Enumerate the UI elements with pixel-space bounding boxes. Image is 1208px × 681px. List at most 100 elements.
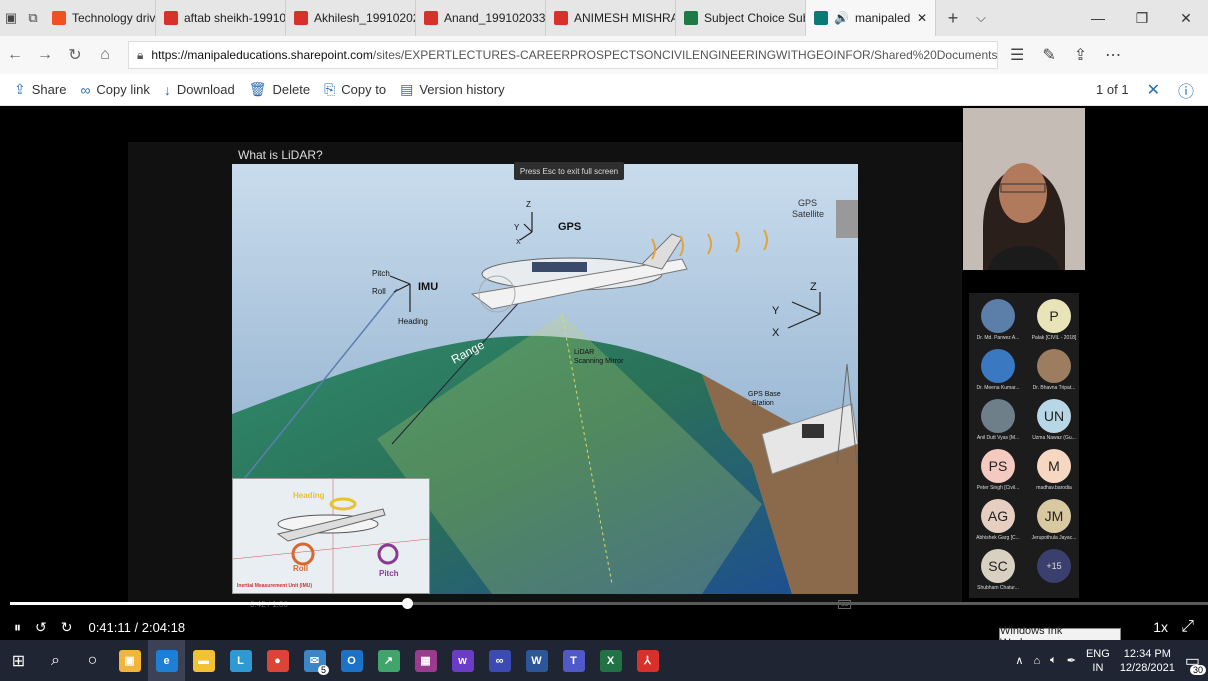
- language-indicator[interactable]: ENG IN: [1086, 647, 1110, 675]
- teams-icon[interactable]: T: [555, 640, 592, 681]
- participant-tile[interactable]: AG Abhishek Garg [C...: [971, 499, 1025, 541]
- tab-label: aftab sheikh-19910: [184, 11, 286, 25]
- rewind-10-icon[interactable]: ↺: [35, 619, 47, 636]
- chart-app-icon[interactable]: ↗: [370, 640, 407, 681]
- share-browser-icon[interactable]: ⇪: [1074, 45, 1087, 65]
- word-icon[interactable]: W: [518, 640, 555, 681]
- avatar: SC: [981, 549, 1015, 583]
- close-window-button[interactable]: ✕: [1164, 10, 1208, 27]
- participant-tile[interactable]: Dr. Md. Parwez A...: [971, 299, 1025, 341]
- pen-workspace-icon[interactable]: ✒: [1067, 654, 1076, 667]
- mail-icon[interactable]: ✉ 5: [296, 640, 333, 681]
- teams-app-icon[interactable]: ∞: [481, 640, 518, 681]
- gps-y-label: Y: [514, 223, 520, 232]
- delete-button[interactable]: 🗑 Delete: [249, 81, 310, 98]
- participant-tile[interactable]: Anil Dutt Vyas [M...: [971, 399, 1025, 441]
- notifications-icon[interactable]: ▭ 30: [1185, 651, 1206, 675]
- store-icon[interactable]: ▣: [111, 640, 148, 681]
- avatar: [981, 399, 1015, 433]
- avatar: [981, 349, 1015, 383]
- close-viewer-icon[interactable]: ✕: [1147, 80, 1160, 100]
- gps-base-label-1: GPS Base: [748, 391, 781, 398]
- video-player[interactable]: What is LiDAR? GPS Z Y X IMU Pitch Roll …: [0, 106, 1208, 640]
- set-aside-tabs-icon[interactable]: ⧉: [22, 10, 44, 26]
- winrar-icon[interactable]: ▦: [407, 640, 444, 681]
- excel-icon[interactable]: X: [592, 640, 629, 681]
- pen-icon[interactable]: ✎: [1042, 45, 1055, 65]
- forward-icon[interactable]: →: [30, 46, 60, 64]
- version-history-button[interactable]: ▤ Version history: [400, 81, 505, 98]
- close-tab-icon[interactable]: ✕: [917, 11, 927, 25]
- browser-tab[interactable]: aftab sheikh-19910: [156, 0, 286, 36]
- microsoft-icon: [52, 11, 66, 25]
- outlook-icon[interactable]: O: [333, 640, 370, 681]
- app-glyph: ▦: [414, 649, 437, 672]
- minimize-button[interactable]: —: [1076, 10, 1120, 27]
- forward-10-icon[interactable]: ↻: [61, 619, 73, 636]
- info-icon[interactable]: ⓘ: [1178, 78, 1194, 102]
- browser-tab[interactable]: Technology drives: [44, 0, 156, 36]
- inset-pitch-label: Pitch: [379, 569, 399, 578]
- participant-tile[interactable]: P Palak [CIVIL - 2018]: [1027, 299, 1081, 341]
- pdf-icon: [164, 11, 178, 25]
- participant-name: Anil Dutt Vyas [M...: [976, 435, 1020, 441]
- windows-start-icon[interactable]: ⊞: [0, 640, 37, 681]
- participant-tile[interactable]: JM Jerupothula Jayac...: [1027, 499, 1081, 541]
- trash-icon: 🗑: [248, 81, 267, 97]
- browser-tab[interactable]: 🔊 manipaled ✕: [806, 0, 936, 36]
- participant-tile[interactable]: +15: [1027, 549, 1081, 585]
- share-button[interactable]: ⇪ Share: [14, 81, 66, 98]
- participant-name: Uzma Nawaz (Gu...: [1032, 435, 1076, 441]
- participant-tile[interactable]: UN Uzma Nawaz (Gu...: [1027, 399, 1081, 441]
- fullscreen-icon[interactable]: ⤢: [1181, 614, 1194, 640]
- browser-tab[interactable]: ANIMESH MISHRA: [546, 0, 676, 36]
- download-icon: ↓: [163, 81, 171, 98]
- edge-icon[interactable]: e: [148, 640, 185, 681]
- tab-label: Akhilesh_19910202: [314, 11, 416, 25]
- network-icon[interactable]: ⌂: [1033, 655, 1040, 667]
- tray-overflow-icon[interactable]: ∧: [1015, 654, 1023, 667]
- seek-bar[interactable]: [10, 598, 1208, 609]
- browser-tab[interactable]: Subject Choice Sub: [676, 0, 806, 36]
- restore-button[interactable]: ❐: [1120, 10, 1164, 27]
- browser-tab[interactable]: Anand_199102033: [416, 0, 546, 36]
- tab-actions-icon[interactable]: ▣: [0, 10, 22, 26]
- webex-icon[interactable]: w: [444, 640, 481, 681]
- avatar: PS: [981, 449, 1015, 483]
- file-explorer-icon[interactable]: ▬: [185, 640, 222, 681]
- home-icon[interactable]: ⌂: [90, 46, 120, 64]
- volume-muted-icon[interactable]: 🔈︎: [1050, 654, 1057, 667]
- download-button[interactable]: ↓ Download: [164, 81, 235, 98]
- copy-to-button[interactable]: ⎘ Copy to: [324, 81, 386, 98]
- participant-tile[interactable]: PS Peter Singh [Civil...: [971, 449, 1025, 491]
- tab-label: manipaled: [854, 11, 911, 25]
- cortana-icon[interactable]: ○: [74, 640, 111, 681]
- favorites-list-icon[interactable]: ☰: [1010, 45, 1024, 65]
- participant-tile[interactable]: Dr. Bhavna Tripat...: [1027, 349, 1081, 391]
- browser-tab[interactable]: Akhilesh_19910202: [286, 0, 416, 36]
- copy-link-button[interactable]: ∞ Copy link: [80, 81, 149, 98]
- app-glyph: ●: [266, 649, 289, 672]
- refresh-icon[interactable]: ↻: [60, 45, 90, 65]
- avatar: +15: [1037, 549, 1071, 583]
- participant-tile[interactable]: Mmadhav.barodia: [1027, 449, 1081, 491]
- participant-tile[interactable]: SC Shubham Chatur...: [971, 549, 1025, 591]
- app-glyph: O: [340, 649, 363, 672]
- lucid-icon[interactable]: L: [222, 640, 259, 681]
- chrome-icon[interactable]: ●: [259, 640, 296, 681]
- tab-list-chevron-icon[interactable]: ⌵: [970, 10, 992, 26]
- new-tab-button[interactable]: +: [936, 8, 970, 29]
- pause-icon[interactable]: ⏸: [14, 619, 21, 636]
- playback-speed[interactable]: 1x: [1153, 614, 1168, 640]
- acrobat-icon[interactable]: ⅄: [629, 640, 666, 681]
- url-field[interactable]: 🔒︎ https://manipaleducations.sharepoint.…: [128, 41, 998, 69]
- more-options-icon[interactable]: ⋯: [1105, 45, 1121, 65]
- seek-knob[interactable]: [401, 598, 413, 609]
- exit-fullscreen-tip: Press Esc to exit full screen: [514, 162, 624, 180]
- gps-z-label: Z: [526, 200, 531, 209]
- back-icon[interactable]: ←: [0, 46, 30, 64]
- clock[interactable]: 12:34 PM 12/28/2021: [1120, 647, 1175, 675]
- participant-tile[interactable]: Dr. Meena Kumar...: [971, 349, 1025, 391]
- search-icon[interactable]: ⌕: [37, 640, 74, 681]
- audio-playing-icon[interactable]: 🔊: [834, 11, 849, 25]
